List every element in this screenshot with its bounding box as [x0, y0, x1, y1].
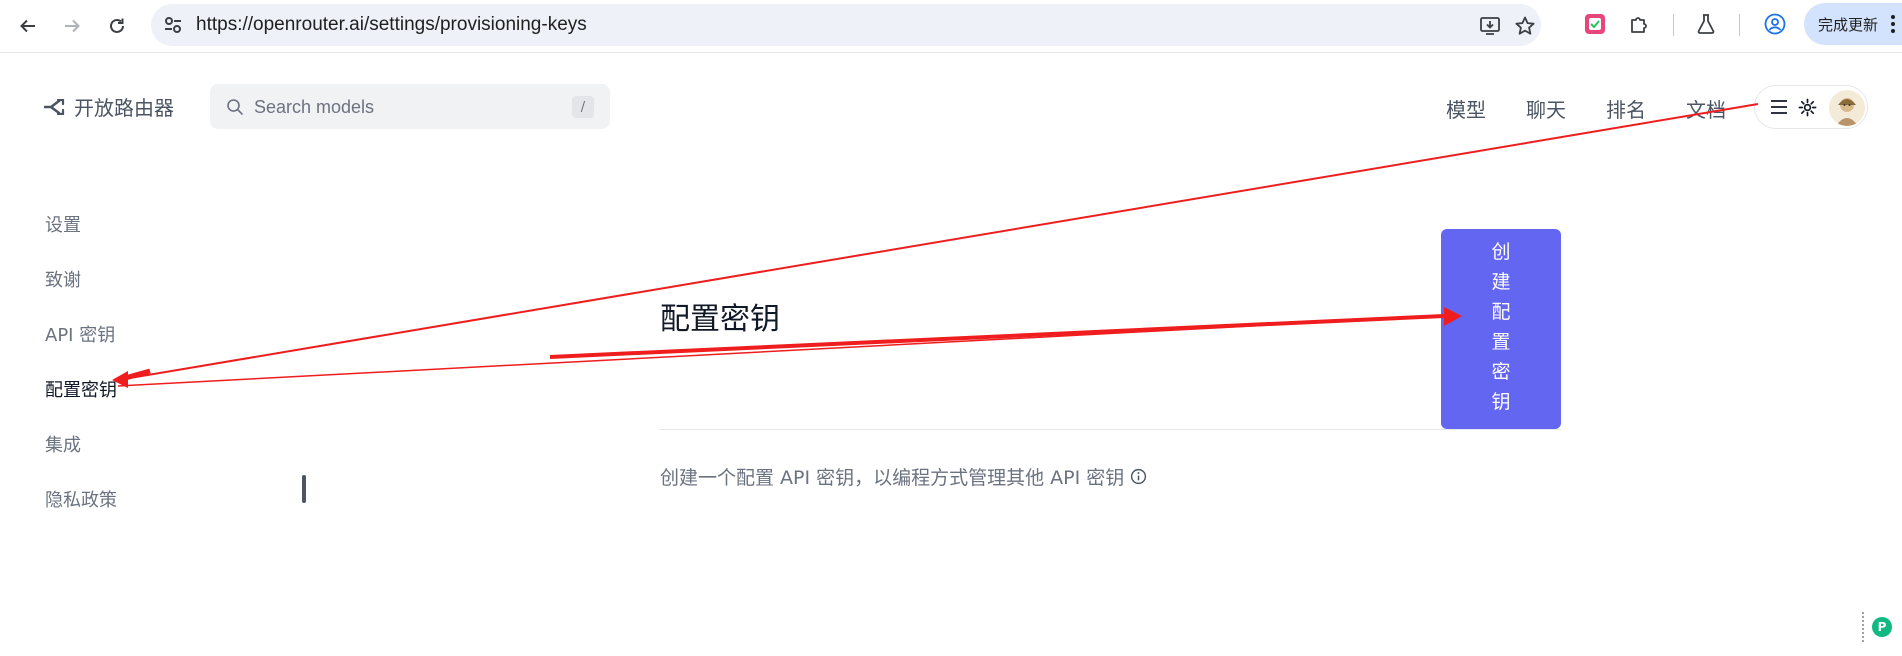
sidebar-item-settings[interactable]: 设置 — [45, 211, 81, 237]
sidebar-item-provisioning-keys[interactable]: 配置密钥 — [45, 376, 117, 402]
search-icon — [227, 99, 243, 115]
nav-link-chat[interactable]: 聊天 — [1526, 94, 1566, 123]
brand-name: 开放路由器 — [74, 96, 174, 120]
openrouter-logo-icon — [44, 98, 65, 115]
profile-icon[interactable] — [1763, 12, 1787, 36]
forward-icon[interactable] — [56, 10, 88, 42]
toolbar-separator — [1673, 14, 1674, 36]
avatar[interactable] — [1829, 90, 1865, 126]
nav-link-docs[interactable]: 文档 — [1686, 94, 1726, 123]
sidebar-item-integrations[interactable]: 集成 — [45, 431, 81, 457]
browser-toolbar: https://openrouter.ai/settings/provision… — [0, 0, 1902, 53]
create-provisioning-key-button[interactable]: 创建配置密钥 — [1441, 229, 1561, 429]
create-button-label: 创建配置密钥 — [1491, 241, 1511, 413]
page-description: 创建一个配置 API 密钥，以编程方式管理其他 API 密钥 — [660, 463, 1147, 490]
reload-icon[interactable] — [101, 10, 133, 42]
nav-link-rankings[interactable]: 排名 — [1606, 94, 1646, 123]
url-text[interactable]: https://openrouter.ai/settings/provision… — [196, 14, 587, 36]
search-box[interactable]: / — [210, 84, 610, 129]
site-settings-icon[interactable] — [161, 13, 185, 37]
puzzle-icon[interactable] — [1628, 12, 1652, 36]
search-shortcut-badge: / — [572, 96, 594, 118]
sidebar-item-api-keys[interactable]: API 密钥 — [45, 321, 115, 347]
description-text: 创建一个配置 API 密钥，以编程方式管理其他 API 密钥 — [660, 467, 1125, 489]
install-app-icon[interactable] — [1479, 15, 1501, 37]
update-label: 完成更新 — [1818, 15, 1879, 34]
info-icon[interactable] — [1130, 468, 1147, 485]
sidebar-item-privacy[interactable]: 隐私政策 — [45, 486, 117, 512]
brand-link[interactable]: 开放路由器 — [44, 92, 174, 121]
back-icon[interactable] — [12, 10, 44, 42]
labs-flask-icon[interactable] — [1694, 12, 1718, 36]
nav-link-models[interactable]: 模型 — [1446, 94, 1486, 123]
page-title: 配置密钥 — [660, 302, 780, 337]
account-menu-button[interactable] — [1754, 85, 1868, 129]
corner-widget-icon[interactable]: P — [1872, 617, 1892, 637]
menu-icon[interactable] — [1890, 14, 1896, 39]
address-bar[interactable]: https://openrouter.ai/settings/provision… — [151, 4, 1541, 46]
bookmark-star-icon[interactable] — [1514, 15, 1536, 37]
toolbar-separator — [1739, 14, 1740, 36]
search-input[interactable] — [254, 95, 554, 119]
gear-icon — [1798, 98, 1817, 117]
sidebar-scroll-handle[interactable] — [302, 475, 306, 503]
hamburger-icon — [1771, 100, 1787, 114]
update-button[interactable]: 完成更新 — [1804, 3, 1902, 45]
sidebar-item-credits[interactable]: 致谢 — [45, 266, 81, 292]
resize-grip — [1862, 612, 1865, 642]
extension-icon[interactable] — [1583, 12, 1607, 36]
section-divider — [660, 429, 1561, 430]
